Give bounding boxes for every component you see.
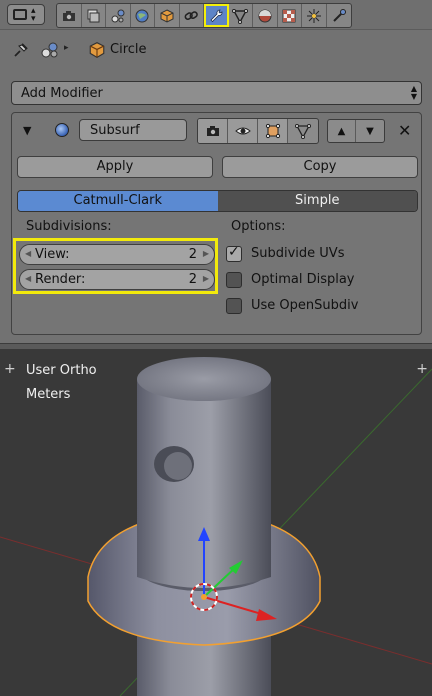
tab-render-layers[interactable] <box>82 4 106 27</box>
modifier-name-value: Subsurf <box>90 123 140 138</box>
physics-icon <box>333 8 346 22</box>
tab-particles[interactable] <box>302 4 327 27</box>
view-levels-field[interactable]: ◀ View: 2 ▶ <box>19 244 215 265</box>
modifier-name-field[interactable]: Subsurf <box>79 119 187 141</box>
tab-object[interactable] <box>155 4 180 27</box>
editor-type-button[interactable]: ▴ ▾ <box>7 4 45 25</box>
world-icon <box>135 9 149 22</box>
decrement-arrow-icon[interactable]: ◀ <box>25 249 31 258</box>
decrement-arrow-icon[interactable]: ◀ <box>25 274 31 283</box>
chevron-right-icon: ▸ <box>64 43 69 53</box>
mesh-triangle-icon <box>232 8 249 24</box>
tab-texture[interactable] <box>278 4 302 27</box>
3d-viewport[interactable]: + + User Ortho Meters <box>0 349 432 696</box>
view-name-label: User Ortho <box>26 363 97 378</box>
tab-object-data[interactable] <box>229 4 253 27</box>
tab-world[interactable] <box>131 4 155 27</box>
camera-icon <box>206 126 219 136</box>
render-levels-label: Render: <box>35 272 86 287</box>
object-cube-icon <box>89 42 105 58</box>
camera-icon <box>62 10 75 21</box>
increment-arrow-icon[interactable]: ▶ <box>203 274 209 283</box>
collapse-triangle-icon[interactable]: ▼ <box>23 124 31 137</box>
units-label: Meters <box>26 387 71 402</box>
viewport-toggle-button[interactable] <box>228 119 258 143</box>
pin-icon[interactable] <box>12 41 30 59</box>
modifier-move-buttons: ▲ ▼ <box>327 119 385 143</box>
subsurf-modifier-icon <box>55 123 69 137</box>
optimal-display-label: Optimal Display <box>251 272 355 287</box>
apply-button[interactable]: Apply <box>17 156 213 178</box>
render-levels-field[interactable]: ◀ Render: 2 ▶ <box>19 269 215 290</box>
material-sphere-icon <box>258 9 272 22</box>
scene-icon <box>111 9 125 22</box>
editmode-toggle-button[interactable] <box>258 119 288 143</box>
subdivide-uvs-label: Subdivide UVs <box>251 246 345 261</box>
properties-header: ▴ ▾ <box>0 0 432 30</box>
tab-physics[interactable] <box>327 4 352 27</box>
tab-modifiers[interactable] <box>204 4 229 27</box>
move-down-button[interactable]: ▼ <box>356 120 384 142</box>
render-layers-icon <box>87 9 100 22</box>
add-modifier-label: Add Modifier <box>21 86 103 101</box>
render-levels-value: 2 <box>188 272 197 287</box>
chevron-updown-icon: ▲ ▼ <box>410 84 417 101</box>
modifier-visibility-toggles <box>197 118 319 144</box>
add-modifier-dropdown[interactable]: Add Modifier ▲ ▼ <box>11 81 422 105</box>
texture-checker-icon <box>282 9 296 22</box>
viewport-corner-widget[interactable]: + <box>416 361 428 377</box>
checkbox[interactable] <box>226 272 242 288</box>
object-cube-icon <box>160 8 174 23</box>
options-label: Options: <box>231 219 286 234</box>
tab-scene[interactable] <box>106 4 131 27</box>
use-opensubdiv-label: Use OpenSubdiv <box>251 298 359 313</box>
subdivision-algorithm-selector: Catmull-Clark Simple <box>17 190 418 212</box>
checkbox-checked[interactable] <box>226 244 242 262</box>
copy-button[interactable]: Copy <box>222 156 418 178</box>
increment-arrow-icon[interactable]: ▶ <box>203 249 209 258</box>
scene-context-icon <box>41 42 58 58</box>
move-up-button[interactable]: ▲ <box>328 120 356 142</box>
tab-constraints[interactable] <box>180 4 204 27</box>
simple-option[interactable]: Simple <box>217 191 417 211</box>
subdivisions-label: Subdivisions: <box>26 219 112 234</box>
viewport-corner-widget[interactable]: + <box>4 361 16 377</box>
constraint-link-icon <box>184 10 199 20</box>
tab-material[interactable] <box>253 4 278 27</box>
properties-editor-icon <box>13 9 27 20</box>
chevron-updown-icon: ▴ ▾ <box>31 6 36 24</box>
checkbox[interactable] <box>226 298 242 314</box>
subsurf-modifier-panel: ▼ Subsurf ▲ ▼ ✕ Apply Copy Catmull-Clark… <box>11 112 422 335</box>
view-levels-value: 2 <box>188 247 197 262</box>
arrow-down-icon: ▼ <box>366 125 374 137</box>
catmull-clark-option[interactable]: Catmull-Clark <box>18 191 218 211</box>
particles-icon <box>306 8 321 23</box>
eye-icon <box>234 127 251 135</box>
close-icon: ✕ <box>398 121 412 140</box>
view-levels-label: View: <box>35 247 70 262</box>
mesh-triangle-icon <box>295 124 311 139</box>
edit-mode-icon <box>265 123 280 139</box>
tab-render[interactable] <box>57 4 82 27</box>
wrench-icon <box>210 9 223 22</box>
breadcrumb-object-name: Circle <box>110 42 147 57</box>
arrow-up-icon: ▲ <box>337 125 346 137</box>
remove-modifier-button[interactable]: ✕ <box>398 121 411 140</box>
context-tabs <box>56 3 352 28</box>
breadcrumb: ▸ Circle <box>0 30 432 72</box>
render-toggle-button[interactable] <box>198 119 228 143</box>
cage-toggle-button[interactable] <box>288 119 318 143</box>
